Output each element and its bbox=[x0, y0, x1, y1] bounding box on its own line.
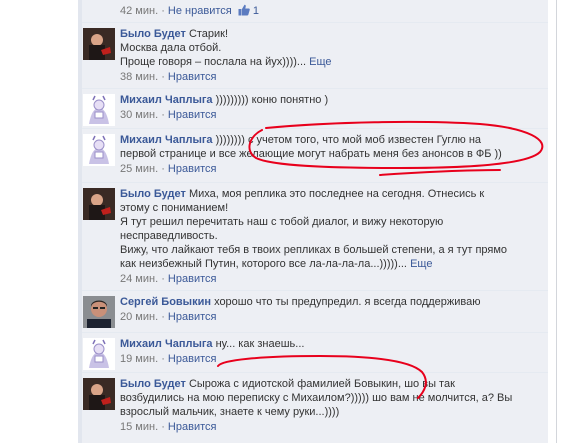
like-link[interactable]: Нравится bbox=[168, 353, 217, 365]
timestamp: 24 мин. bbox=[120, 273, 159, 285]
like-link[interactable]: Нравится bbox=[168, 71, 217, 83]
like-count[interactable]: 1 bbox=[253, 5, 259, 17]
comment-text-line: Вижу, что лайкают тебя в твоих репликах … bbox=[120, 244, 508, 256]
like-link[interactable]: Нравится bbox=[168, 163, 217, 175]
comment-text-line: первой странице и все желающие могут наб… bbox=[120, 148, 502, 160]
comment-item: Сергей Бовыкин хорошо что ты предупредил… bbox=[82, 290, 548, 332]
timestamp: 20 мин. bbox=[120, 311, 159, 323]
comment-text-line: Москва дала отбой. bbox=[120, 42, 222, 54]
comment-author[interactable]: Михаил Чаплыга bbox=[120, 134, 213, 146]
comment-author[interactable]: Михаил Чаплыга bbox=[120, 338, 213, 350]
comment-text: )))))))) с учетом того, что мой моб изве… bbox=[215, 134, 482, 146]
comment-text-line: этому с пониманием! bbox=[120, 202, 229, 214]
like-link[interactable]: Нравится bbox=[168, 273, 217, 285]
timestamp: 15 мин. bbox=[120, 421, 159, 433]
comment-author[interactable]: Было Будет bbox=[120, 188, 186, 200]
comment-body: Сергей Бовыкин хорошо что ты предупредил… bbox=[120, 295, 540, 324]
avatar[interactable] bbox=[83, 94, 115, 126]
comment-text: Миха, моя реплика это последнее на сегод… bbox=[188, 188, 485, 200]
thumbs-up-icon[interactable] bbox=[238, 4, 250, 16]
comment-meta: 25 мин. · Нравится bbox=[120, 163, 217, 175]
comment-author[interactable]: Сергей Бовыкин bbox=[120, 296, 211, 308]
comment-item: Михаил Чаплыга ))))))))) коню понятно ) … bbox=[82, 88, 548, 128]
avatar[interactable] bbox=[83, 28, 115, 60]
comment-meta: 19 мин. · Нравится bbox=[120, 353, 217, 365]
comment-body: Было Будет Миха, моя реплика это последн… bbox=[120, 187, 540, 286]
timestamp: 30 мин. bbox=[120, 109, 159, 121]
comment-body: Михаил Чаплыга ну... как знаешь... 19 ми… bbox=[120, 337, 540, 366]
right-divider bbox=[556, 0, 557, 443]
comment-text-line: как неизбежный Путин, которого все ла-ла… bbox=[120, 258, 407, 270]
like-link[interactable]: Нравится bbox=[168, 421, 217, 433]
comment-text-line: возбудились на мою переписку с Михаилом?… bbox=[120, 392, 513, 404]
comment-text-line: несправедливость. bbox=[120, 230, 218, 242]
comment-item: Было Будет Миха, моя реплика это последн… bbox=[82, 182, 548, 290]
comment-text-line: Я тут решил перечитать наш с тобой диало… bbox=[120, 216, 444, 228]
comment-text-line: взрослый мальчик, знаете к чему руки...)… bbox=[120, 406, 340, 418]
comment-text: Старик! bbox=[188, 28, 229, 40]
timestamp: 25 мин. bbox=[120, 163, 159, 175]
like-link[interactable]: Нравится bbox=[168, 109, 217, 121]
comment-author[interactable]: Было Будет bbox=[120, 28, 186, 40]
avatar[interactable] bbox=[83, 296, 115, 328]
comment-text: ))))))))) коню понятно ) bbox=[215, 94, 329, 106]
comment-item: Было Будет Сырожа с идиотской фамилией Б… bbox=[82, 372, 548, 443]
comment-text: хорошо что ты предупредил. я всегда подд… bbox=[214, 296, 481, 308]
comment-meta: 24 мин. · Нравится bbox=[120, 273, 217, 285]
comment-item: Михаил Чаплыга ну... как знаешь... 19 ми… bbox=[82, 332, 548, 372]
see-more-link[interactable]: Еще bbox=[410, 258, 432, 270]
comment-text: ну... как знаешь... bbox=[215, 338, 305, 350]
comment-meta: 38 мин. · Нравится bbox=[120, 71, 217, 83]
comment-text-line: Проще говоря – послала на йух))))... bbox=[120, 56, 307, 68]
unlike-link[interactable]: Не нравится bbox=[168, 5, 232, 17]
timestamp: 42 мин. bbox=[120, 5, 159, 17]
comment-body: Было Будет Сырожа с идиотской фамилией Б… bbox=[120, 377, 540, 434]
comment-author[interactable]: Михаил Чаплыга bbox=[120, 94, 213, 106]
timestamp: 19 мин. bbox=[120, 353, 159, 365]
comment-item: Михаил Чаплыга )))))))) с учетом того, ч… bbox=[82, 128, 548, 182]
avatar[interactable] bbox=[83, 134, 115, 166]
see-more-link[interactable]: Еще bbox=[309, 56, 331, 68]
timestamp: 38 мин. bbox=[120, 71, 159, 83]
avatar[interactable] bbox=[83, 378, 115, 410]
comment-body: Было Будет Старик! Москва дала отбой. Пр… bbox=[120, 27, 540, 84]
comment-text: Сырожа с идиотской фамилией Бовыкин, шо … bbox=[188, 378, 455, 390]
comment-meta: 15 мин. · Нравится bbox=[120, 421, 217, 433]
previous-comment-meta: 42 мин. · Не нравится 1 bbox=[120, 4, 259, 17]
comment-author[interactable]: Было Будет bbox=[120, 378, 186, 390]
comment-meta: 30 мин. · Нравится bbox=[120, 109, 217, 121]
comment-body: Михаил Чаплыга )))))))) с учетом того, ч… bbox=[120, 133, 540, 176]
comment-body: Михаил Чаплыга ))))))))) коню понятно ) … bbox=[120, 93, 540, 122]
avatar[interactable] bbox=[83, 188, 115, 220]
comment-meta: 20 мин. · Нравится bbox=[120, 311, 217, 323]
avatar[interactable] bbox=[83, 338, 115, 370]
comment-item: Было Будет Старик! Москва дала отбой. Пр… bbox=[82, 22, 548, 88]
like-link[interactable]: Нравится bbox=[168, 311, 217, 323]
